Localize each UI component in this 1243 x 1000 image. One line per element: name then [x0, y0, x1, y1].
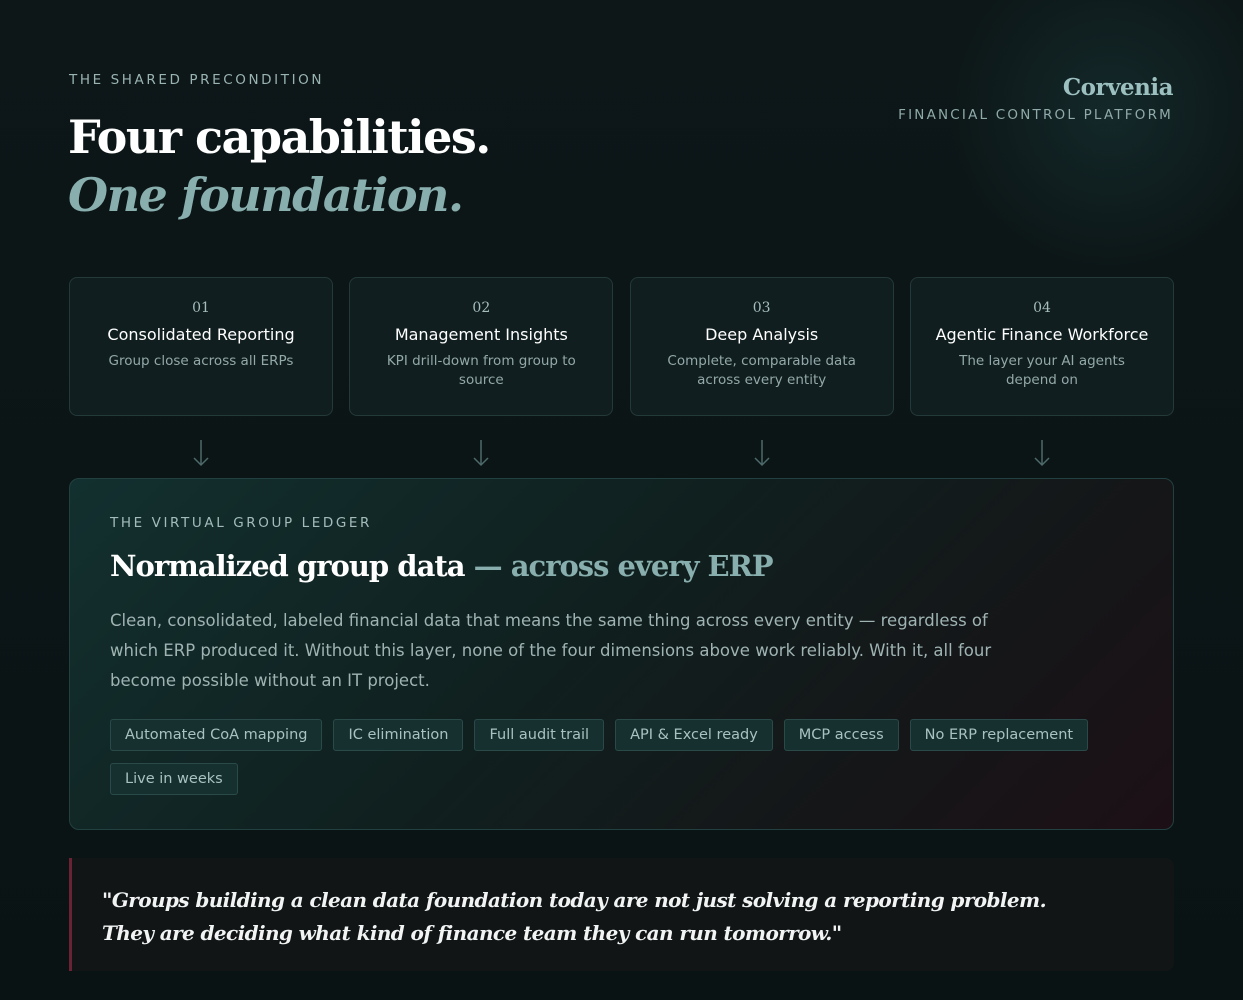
arrow-down-icon: [1034, 440, 1050, 467]
feature-tag-audit-trail: Full audit trail: [474, 719, 605, 751]
virtual-group-ledger-panel: THE VIRTUAL GROUP LEDGER Normalized grou…: [69, 478, 1174, 830]
brand-name: Corvenia: [1062, 74, 1174, 101]
feature-tags: Automated CoA mapping IC elimination Ful…: [110, 719, 1130, 795]
capability-description: The layer your AI agents depend on: [959, 353, 1125, 388]
quote-text: "Groups building a clean data foundation…: [102, 888, 1047, 945]
arrow-down-icon: [754, 440, 770, 467]
capability-card-deep-analysis: 03 Deep Analysis Complete, comparable da…: [629, 277, 894, 416]
ledger-title-accent: — across every ERP: [464, 549, 774, 583]
ledger-description: Clean, consolidated, labeled financial d…: [110, 611, 992, 690]
capability-number: 01: [192, 300, 210, 316]
capability-description: Complete, comparable data across every e…: [667, 353, 856, 388]
page-title-line1: Four capabilities.: [68, 110, 491, 164]
page-title-line2: One foundation.: [68, 168, 464, 222]
feature-tag-ic-elimination: IC elimination: [333, 719, 464, 751]
capability-card-consolidated-reporting: 01 Consolidated Reporting Group close ac…: [69, 277, 333, 416]
capability-number: 04: [1033, 300, 1051, 316]
feature-tag-coa-mapping: Automated CoA mapping: [110, 719, 323, 751]
capability-title: Agentic Finance Workforce: [935, 325, 1149, 344]
page: THE SHARED PRECONDITION Four capabilitie…: [0, 0, 1243, 1000]
ledger-title: Normalized group data — across every ERP: [110, 549, 774, 583]
brand-block: Corvenia FINANCIAL CONTROL PLATFORM: [898, 74, 1173, 123]
capability-number: 03: [752, 300, 771, 316]
capability-title: Deep Analysis: [705, 325, 819, 344]
capability-cards: 01 Consolidated Reporting Group close ac…: [69, 277, 1174, 416]
ledger-eyebrow: THE VIRTUAL GROUP LEDGER: [110, 515, 373, 531]
capability-title: Management Insights: [394, 325, 568, 344]
connector-arrows: [69, 438, 1174, 468]
capability-title: Consolidated Reporting: [107, 325, 295, 344]
capability-number: 02: [472, 300, 491, 316]
capability-card-management-insights: 02 Management Insights KPI drill-down fr…: [349, 277, 614, 416]
capability-card-agentic-finance-workforce: 04 Agentic Finance Workforce The layer y…: [909, 277, 1174, 416]
feature-tag-mcp-access: MCP access: [783, 719, 899, 751]
feature-tag-no-erp-replacement: No ERP replacement: [909, 719, 1089, 751]
section-eyebrow: THE SHARED PRECONDITION: [69, 72, 325, 88]
feature-tag-api-excel: API & Excel ready: [615, 719, 773, 751]
arrow-down-icon: [473, 440, 489, 467]
ledger-title-main: Normalized group data: [110, 549, 466, 583]
pull-quote: "Groups building a clean data foundation…: [69, 858, 1174, 971]
capability-description: Group close across all ERPs: [108, 353, 294, 369]
page-title: Four capabilities. One foundation.: [68, 108, 491, 224]
feature-tag-live-in-weeks: Live in weeks: [110, 763, 238, 795]
arrow-down-icon: [193, 440, 209, 467]
brand-subtitle: FINANCIAL CONTROL PLATFORM: [898, 107, 1173, 123]
capability-description: KPI drill-down from group to source: [386, 353, 576, 388]
